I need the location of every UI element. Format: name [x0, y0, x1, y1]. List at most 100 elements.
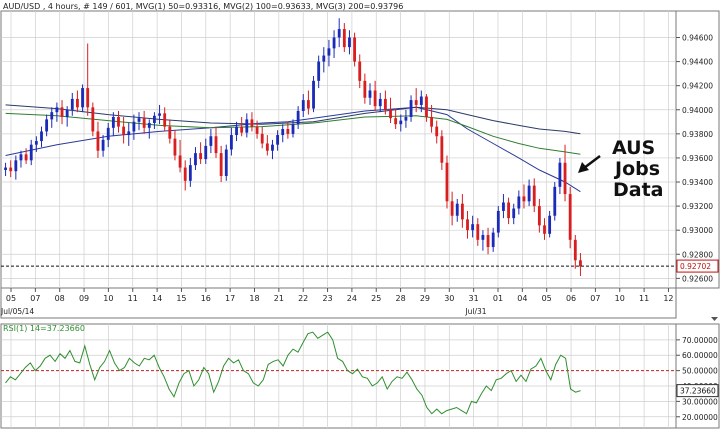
candle-body — [337, 29, 341, 38]
rsi-y-tick-label: 50.00000 — [682, 367, 718, 376]
x-tick-label: 17 — [225, 294, 235, 303]
candle-body — [548, 215, 552, 234]
candle-body — [512, 208, 516, 219]
candle-body — [204, 145, 208, 160]
candle-body — [178, 155, 182, 168]
candle-body — [86, 88, 90, 108]
y-tick-label: 0.93000 — [682, 226, 713, 235]
candle-body — [491, 232, 495, 248]
candle-body — [235, 126, 238, 136]
candle-body — [271, 144, 274, 151]
candle-body — [188, 165, 192, 181]
annotation-line-1: AUS — [612, 137, 655, 159]
candle-body — [353, 37, 357, 62]
candle-body — [219, 153, 223, 176]
candle-body — [194, 153, 197, 166]
candle-body — [40, 131, 43, 142]
candle-body — [60, 107, 64, 117]
x-tick-label: 09 — [79, 294, 89, 303]
candle-body — [327, 48, 331, 56]
candle-body — [368, 90, 372, 98]
candle-body — [286, 129, 290, 134]
candle-body — [312, 80, 315, 109]
candle-body — [394, 118, 398, 125]
y-tick-label: 0.94600 — [682, 33, 713, 42]
x-tick-label: 11 — [128, 294, 138, 303]
candle-body — [65, 109, 69, 117]
y-tick-label: 0.92800 — [682, 250, 713, 259]
x-tick-label: 08 — [55, 294, 65, 303]
candle-body — [481, 235, 485, 240]
candle-bull — [553, 182, 557, 221]
candle-body — [229, 135, 233, 150]
candle-body — [147, 123, 151, 128]
candle-body — [260, 133, 264, 144]
candle-body — [466, 219, 469, 231]
candle-body — [573, 239, 577, 261]
candle-bear — [353, 32, 357, 67]
candle-body — [122, 126, 126, 136]
candle-body — [214, 136, 218, 154]
candle-body — [106, 127, 110, 140]
x-tick-label: 12 — [663, 294, 673, 303]
x-tick-label: 31 — [469, 294, 479, 303]
candle-body — [19, 154, 23, 161]
x-tick-label: 23 — [322, 294, 332, 303]
candle-body — [153, 115, 156, 124]
candle-body — [4, 167, 7, 170]
x-tick-label: 07 — [30, 294, 40, 303]
candle-body — [322, 55, 326, 62]
candle-body — [450, 201, 454, 216]
candle-body — [358, 61, 362, 81]
candle-body — [460, 203, 464, 220]
candle-body — [522, 196, 526, 202]
candle-body — [486, 235, 490, 248]
x-tick-label: 29 — [420, 294, 430, 303]
candle-body — [558, 162, 562, 187]
candle-body — [332, 37, 336, 49]
candle-body — [250, 119, 254, 127]
collapse-triangle-icon[interactable] — [711, 317, 718, 321]
y-tick-label: 0.93200 — [682, 202, 713, 211]
candle-body — [409, 100, 413, 117]
candle-body — [96, 131, 100, 151]
current-price-label: 0.92702 — [680, 262, 711, 271]
candle-body — [296, 110, 300, 125]
x-sub-label: Jul/05/14 — [0, 307, 34, 316]
candle-body — [127, 131, 131, 136]
candle-body — [183, 167, 187, 181]
candle-body — [173, 138, 177, 156]
candle-body — [440, 136, 444, 163]
candle-body — [142, 118, 146, 128]
time-axis — [0, 287, 677, 319]
x-tick-label: 07 — [590, 294, 600, 303]
annotation-line-2: Jobs — [613, 158, 660, 180]
candle-body — [445, 162, 449, 202]
candle-body — [399, 120, 403, 125]
y-tick-label: 0.92600 — [682, 274, 713, 283]
candle-body — [471, 224, 475, 231]
candle-bull — [224, 144, 228, 181]
candle-body — [111, 116, 115, 128]
annotation-line-3: Data — [613, 179, 664, 201]
x-tick-label: 24 — [347, 294, 357, 303]
rsi-y-tick-label: 60.00000 — [682, 351, 718, 360]
candle-body — [537, 206, 541, 226]
candle-body — [342, 29, 346, 48]
candle-bull — [312, 76, 315, 113]
x-tick-label: 15 — [176, 294, 186, 303]
candle-body — [117, 116, 120, 127]
x-tick-label: 01 — [493, 294, 503, 303]
candle-body — [430, 116, 433, 127]
candle-body — [14, 160, 18, 172]
y-tick-label: 0.94000 — [682, 106, 713, 115]
x-tick-label: 10 — [615, 294, 625, 303]
candle-body — [101, 139, 105, 151]
candle-body — [163, 113, 167, 127]
candle-body — [373, 90, 377, 107]
candle-body — [306, 100, 310, 109]
candle-body — [317, 61, 321, 81]
candle-body — [425, 96, 428, 117]
candle-body — [419, 96, 423, 105]
candle-body — [363, 80, 367, 98]
